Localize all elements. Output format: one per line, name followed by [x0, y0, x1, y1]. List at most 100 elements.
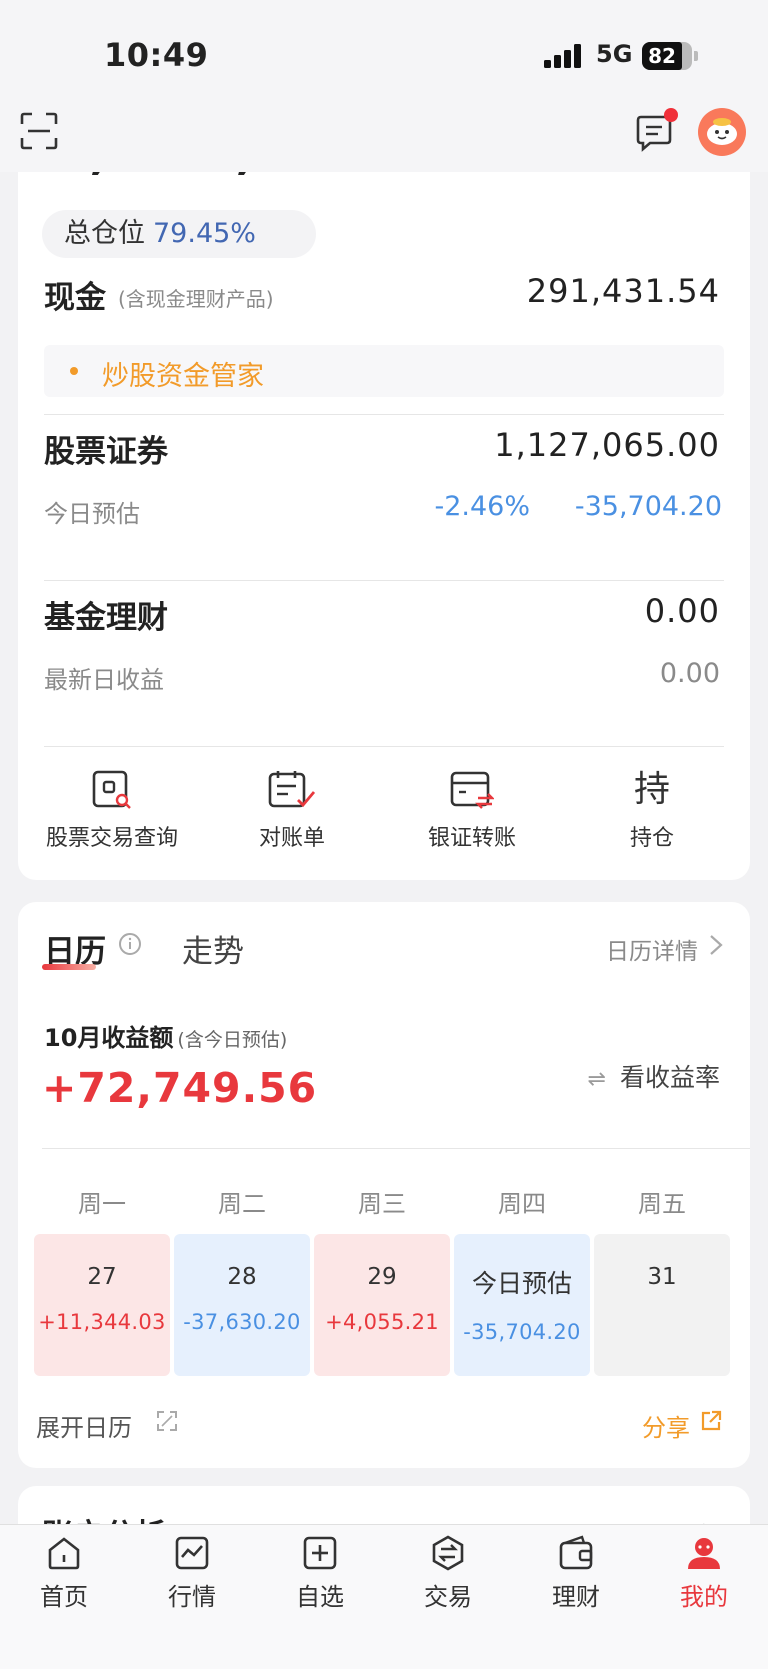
day-income: -35,704.20 [463, 1320, 581, 1344]
share-icon [701, 1410, 722, 1431]
market-icon [175, 1536, 209, 1570]
position-value: 79.45% [153, 218, 256, 249]
trade-icon [432, 1535, 464, 1571]
cash-sub: (含现金理财产品) [118, 287, 274, 311]
calendar-detail-link[interactable]: 日历详情 [606, 932, 698, 966]
quick-statement[interactable]: 对账单 [202, 770, 382, 852]
quick-bank-transfer[interactable]: 银证转账 [382, 770, 562, 852]
month-income-value: +72,749.56 [42, 1064, 318, 1112]
divider [42, 1148, 750, 1149]
day-number: 29 [367, 1264, 397, 1290]
today-estimate-pct: -2.46% [434, 491, 530, 522]
nav-watchlist[interactable]: 自选 [256, 1535, 384, 1612]
share-button[interactable]: 分享 [642, 1408, 690, 1443]
avatar[interactable] [698, 108, 746, 156]
divider [44, 414, 724, 415]
calendar-day-cell[interactable]: 28 -37,630.20 [174, 1234, 310, 1376]
unread-dot [664, 108, 678, 122]
day-income: -37,630.20 [183, 1310, 301, 1334]
nav-home-label: 首页 [40, 1583, 88, 1611]
weekday-label: 周一 [78, 1190, 126, 1218]
weekday-label: 周五 [638, 1190, 686, 1218]
nav-profile[interactable]: 我的 [640, 1535, 768, 1612]
weekday-label: 周二 [218, 1190, 266, 1218]
chevron-right-icon [710, 935, 723, 955]
month-income-title: 10月收益额 [44, 1024, 174, 1052]
month-income-label: 10月收益额 (含今日预估) [44, 1018, 287, 1053]
statement-check-icon [268, 771, 316, 808]
wallet-icon [559, 1535, 593, 1570]
funds-value: 0.00 [644, 592, 720, 630]
bottom-nav: 首页 行情 自选 交易 理财 我的 [0, 1524, 768, 1669]
calendar-day-cell[interactable]: 今日预估 -35,704.20 [454, 1234, 590, 1376]
position-label: 总仓位 [64, 218, 145, 249]
cash-label: 现金 [44, 280, 106, 316]
nav-trade[interactable]: 交易 [384, 1535, 512, 1612]
quick-statement-label: 对账单 [258, 826, 325, 851]
day-number: 31 [647, 1264, 677, 1290]
day-income: +11,344.03 [38, 1310, 166, 1334]
calendar-day-cell[interactable]: 31 [594, 1234, 730, 1376]
see-return-rate-button[interactable]: ⇌ 看收益率 [588, 1058, 720, 1094]
top-bar [0, 100, 768, 172]
fund-manager-link[interactable]: 炒股资金管家 [44, 345, 724, 397]
nav-watchlist-label: 自选 [296, 1583, 344, 1611]
stocks-label[interactable]: 股票证券 [44, 426, 168, 471]
nav-trade-label: 交易 [424, 1583, 472, 1611]
home-icon [48, 1537, 80, 1570]
nav-market-label: 行情 [168, 1583, 216, 1611]
bullet-dot [70, 367, 78, 375]
quick-holding-label: 持仓 [629, 826, 674, 851]
divider [44, 746, 724, 747]
scan-icon[interactable] [20, 112, 58, 150]
divider [44, 580, 724, 581]
daily-income-value: 0.00 [659, 658, 720, 689]
today-estimate-label: 今日预估 [44, 500, 140, 528]
network-type: 5G [596, 40, 633, 68]
day-number: 今日预估 [471, 1269, 572, 1298]
stocks-value: 1,127,065.00 [494, 426, 720, 464]
search-doc-icon [92, 770, 131, 809]
quick-trade-query[interactable]: 股票交易查询 [22, 770, 202, 852]
expand-icon [157, 1411, 177, 1431]
weekday-label: 周三 [358, 1190, 406, 1218]
day-number: 28 [227, 1264, 257, 1290]
transfer-icon [450, 771, 494, 809]
info-icon[interactable] [118, 932, 142, 956]
day-number: 27 [87, 1264, 117, 1290]
nav-home[interactable]: 首页 [0, 1535, 128, 1612]
profile-icon [688, 1538, 720, 1569]
status-bar: 10:49 5G 82 [0, 0, 768, 110]
holding-icon: 持 [633, 769, 670, 810]
nav-market[interactable]: 行情 [128, 1535, 256, 1612]
nav-profile-label: 我的 [680, 1583, 728, 1611]
status-time: 10:49 [104, 36, 209, 74]
calendar-day-cell[interactable]: 29 +4,055.21 [314, 1234, 450, 1376]
quick-trade-query-label: 股票交易查询 [45, 826, 178, 851]
calendar-card: 日历 走势 日历详情 10月收益额 (含今日预估) +72,749.56 ⇌ 看收益… [18, 902, 750, 1468]
watchlist-icon [303, 1536, 337, 1570]
today-estimate-amount: -35,704.20 [574, 491, 722, 522]
daily-income-label: 最新日收益 [44, 666, 164, 694]
position-pill: 总仓位 79.45% [42, 210, 316, 258]
quick-bank-transfer-label: 银证转账 [427, 826, 516, 851]
cash-value: 291,431.54 [526, 272, 720, 310]
fund-manager-label: 炒股资金管家 [102, 361, 264, 392]
funds-label[interactable]: 基金理财 [44, 592, 168, 637]
calendar-day-cell[interactable]: 27 +11,344.03 [34, 1234, 170, 1376]
battery-level: 82 [648, 44, 676, 68]
tab-underline [42, 964, 96, 970]
see-return-rate-label: 看收益率 [619, 1063, 720, 1092]
nav-wealth[interactable]: 理财 [512, 1535, 640, 1612]
nav-wealth-label: 理财 [552, 1583, 600, 1611]
weekday-label: 周四 [498, 1190, 546, 1218]
tab-trend[interactable]: 走势 [182, 926, 244, 971]
asset-card: 1,418,476.93 总仓位79.45% 现金 (含现金理财产品) 291,… [18, 130, 750, 880]
quick-holding[interactable]: 持 持仓 [562, 770, 742, 852]
month-income-note: (含今日预估) [177, 1029, 288, 1051]
day-income: +4,055.21 [325, 1310, 439, 1334]
swap-icon: ⇌ [587, 1067, 606, 1092]
expand-calendar-button[interactable]: 展开日历 [36, 1408, 132, 1443]
battery-icon: 82 [642, 42, 698, 70]
signal-icon [544, 44, 584, 68]
